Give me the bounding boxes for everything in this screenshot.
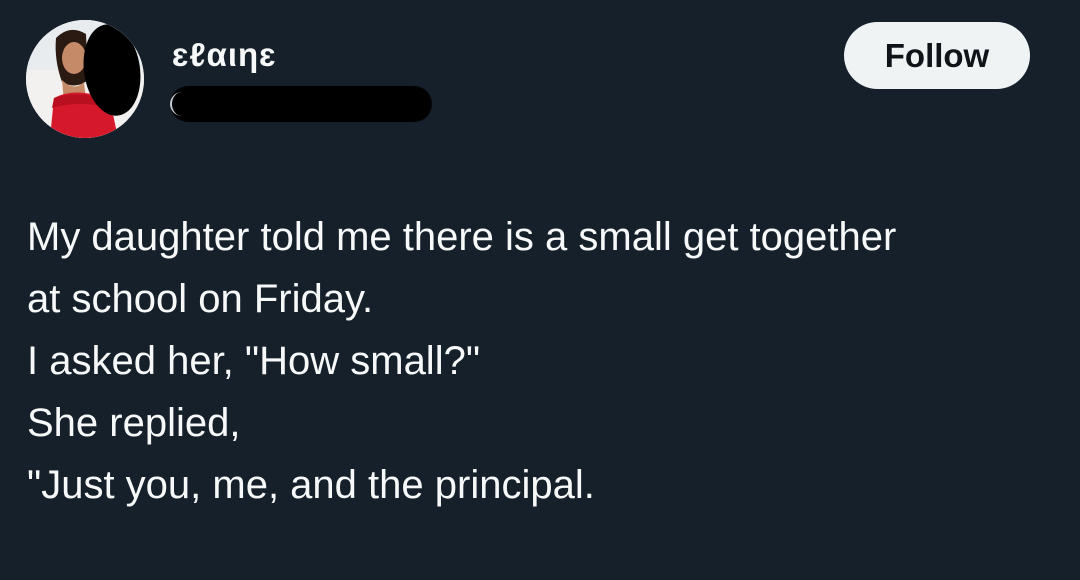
display-name[interactable]: ɛℓαιηɛ	[172, 36, 277, 74]
tweet-card: ɛℓαιηɛ Follow My daughter told me there …	[0, 0, 1080, 580]
tweet-text-line: at school on Friday.	[27, 277, 374, 321]
tweet-text: My daughter told me there is a small get…	[27, 206, 1067, 516]
avatar-photo	[26, 20, 144, 138]
tweet-text-line: "Just you, me, and the principal.	[27, 463, 595, 507]
handle-redaction	[170, 86, 432, 122]
follow-button[interactable]: Follow	[844, 22, 1030, 89]
tweet-text-line: My daughter told me there is a small get…	[27, 215, 897, 259]
tweet-text-line: I asked her, "How small?"	[27, 339, 481, 383]
avatar[interactable]	[26, 20, 144, 138]
tweet-text-line: She replied,	[27, 401, 241, 445]
